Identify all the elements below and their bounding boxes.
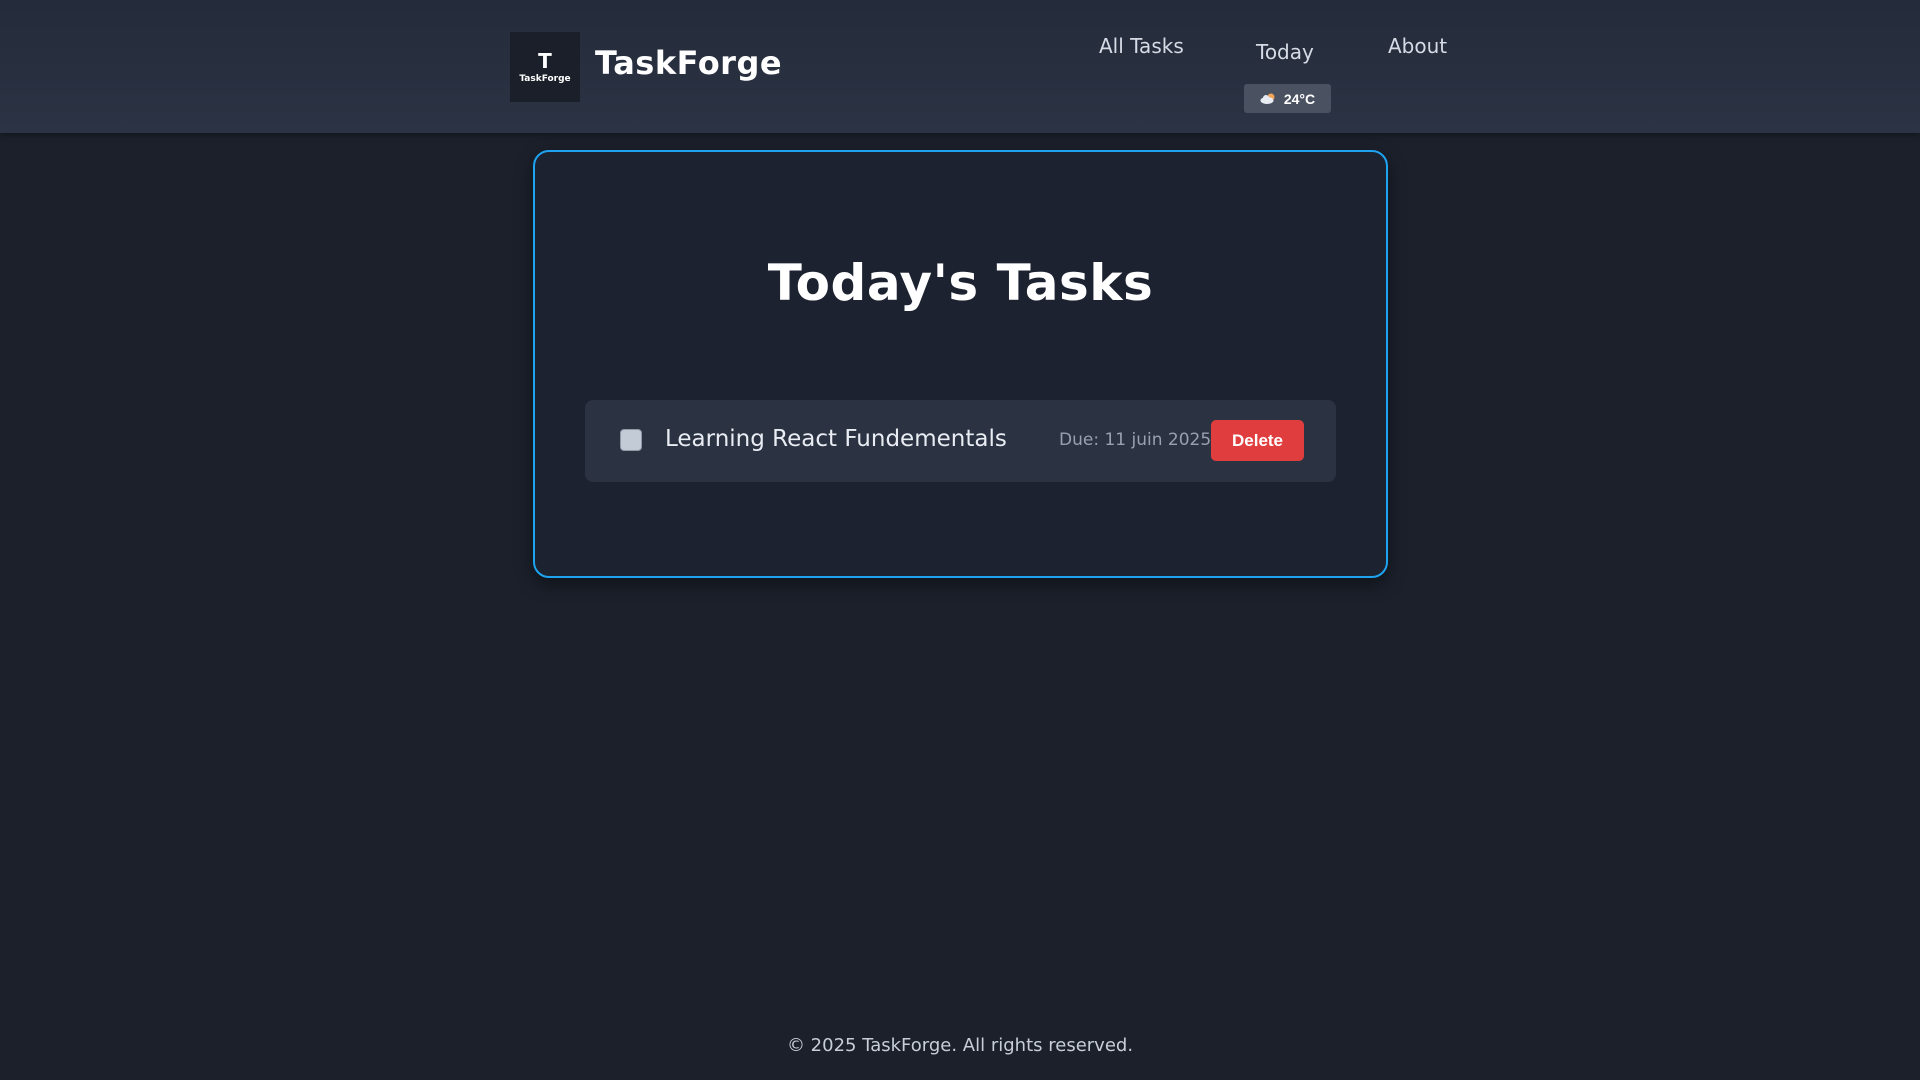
logo-mark: T: [538, 49, 552, 73]
logo[interactable]: T TaskForge: [510, 32, 580, 102]
task-checkbox[interactable]: [620, 429, 642, 451]
logo-text: TaskForge: [519, 74, 571, 84]
footer: © 2025 TaskForge. All rights reserved.: [786, 1035, 1134, 1056]
page-title: Today's Tasks: [767, 254, 1154, 312]
nav-all-tasks[interactable]: All Tasks: [1099, 34, 1184, 58]
weather-temperature: 24°C: [1283, 90, 1316, 107]
brand-title[interactable]: TaskForge: [595, 44, 782, 82]
cloud-sun-icon: [1260, 93, 1277, 104]
nav-today[interactable]: Today: [1256, 40, 1314, 64]
task-item: Learning React Fundementals Due: 11 juin…: [585, 400, 1336, 482]
header: T TaskForge TaskForge All Tasks Today Ab…: [0, 0, 1920, 133]
nav-about[interactable]: About: [1388, 34, 1447, 58]
task-title: Learning React Fundementals: [665, 426, 1007, 452]
weather-badge: 24°C: [1244, 84, 1331, 113]
delete-button[interactable]: Delete: [1211, 420, 1304, 461]
task-due-date: Due: 11 juin 2025: [1059, 430, 1212, 450]
todays-tasks-card: Today's Tasks Learning React Fundemental…: [533, 150, 1388, 578]
